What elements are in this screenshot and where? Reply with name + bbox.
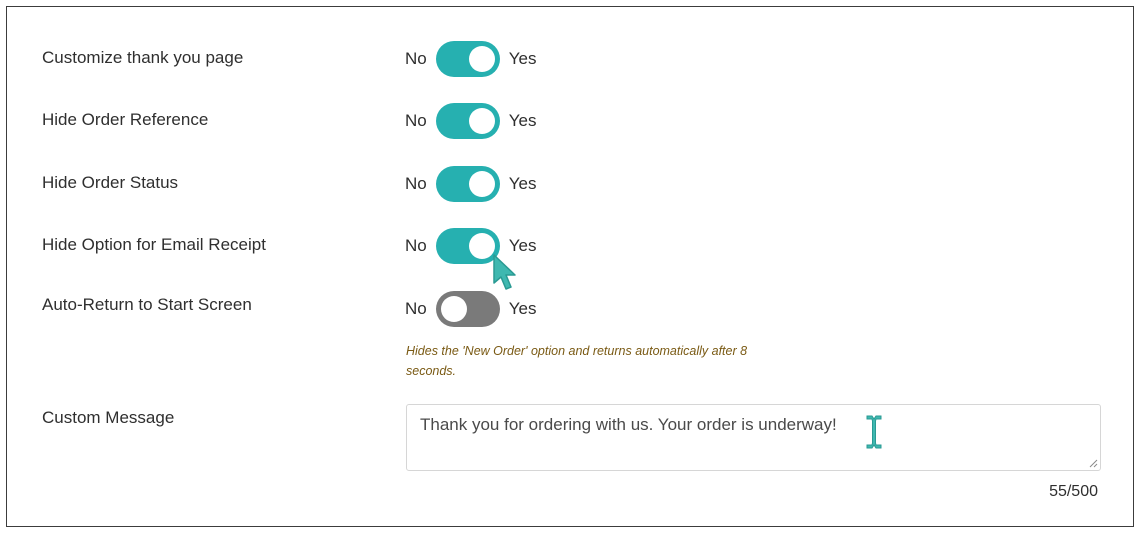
custom-message-text: Thank you for ordering with us. Your ord… [420,415,837,434]
toggle-group: No Yes [405,289,536,329]
toggle-group: No Yes [405,226,536,266]
setting-label: Hide Order Reference [42,110,209,129]
settings-panel: Customize thank you page No Yes Hide Ord… [6,6,1134,527]
toggle-knob [468,108,495,134]
auto-return-toggle[interactable] [435,291,500,327]
hide-order-status-toggle[interactable] [435,166,500,202]
auto-return-hint: Hides the 'New Order' option and returns… [406,344,748,378]
toggle-no-label: No [405,111,427,130]
toggle-group: No Yes [405,164,536,204]
setting-label: Customize thank you page [42,48,244,67]
setting-row-hide-order-reference: Hide Order Reference No Yes [7,101,1133,141]
toggle-yes-label: Yes [508,111,537,130]
toggle-no-label: No [405,49,427,68]
toggle-knob [468,171,495,197]
setting-row-customize-thank-you: Customize thank you page No Yes [7,39,1133,79]
toggle-no-label: No [405,174,427,193]
setting-row-hide-email-receipt: Hide Option for Email Receipt No Yes [7,226,1133,266]
custom-message-textarea[interactable]: Thank you for ordering with us. Your ord… [406,404,1101,471]
toggle-knob [440,296,467,322]
hide-order-reference-toggle[interactable] [435,103,500,139]
toggle-yes-label: Yes [508,174,537,193]
toggle-yes-label: Yes [508,236,537,255]
setting-row-hide-order-status: Hide Order Status No Yes [7,164,1133,204]
customize-thank-you-toggle[interactable] [435,41,500,77]
resize-grip-icon[interactable] [1088,458,1098,468]
character-counter: 55/500 [1049,483,1098,500]
custom-message-label: Custom Message [42,408,175,427]
setting-label: Hide Order Status [42,173,179,192]
toggle-knob [468,46,495,72]
setting-label: Auto-Return to Start Screen [42,295,252,314]
toggle-group: No Yes [405,101,536,141]
hide-email-receipt-toggle[interactable] [435,228,500,264]
toggle-yes-label: Yes [508,299,537,318]
toggle-group: No Yes [405,39,536,79]
toggle-yes-label: Yes [508,49,537,68]
toggle-no-label: No [405,236,427,255]
setting-label: Hide Option for Email Receipt [42,235,266,254]
toggle-no-label: No [405,299,427,318]
setting-row-auto-return: Auto-Return to Start Screen No Yes [7,289,1133,329]
toggle-knob [468,233,495,259]
